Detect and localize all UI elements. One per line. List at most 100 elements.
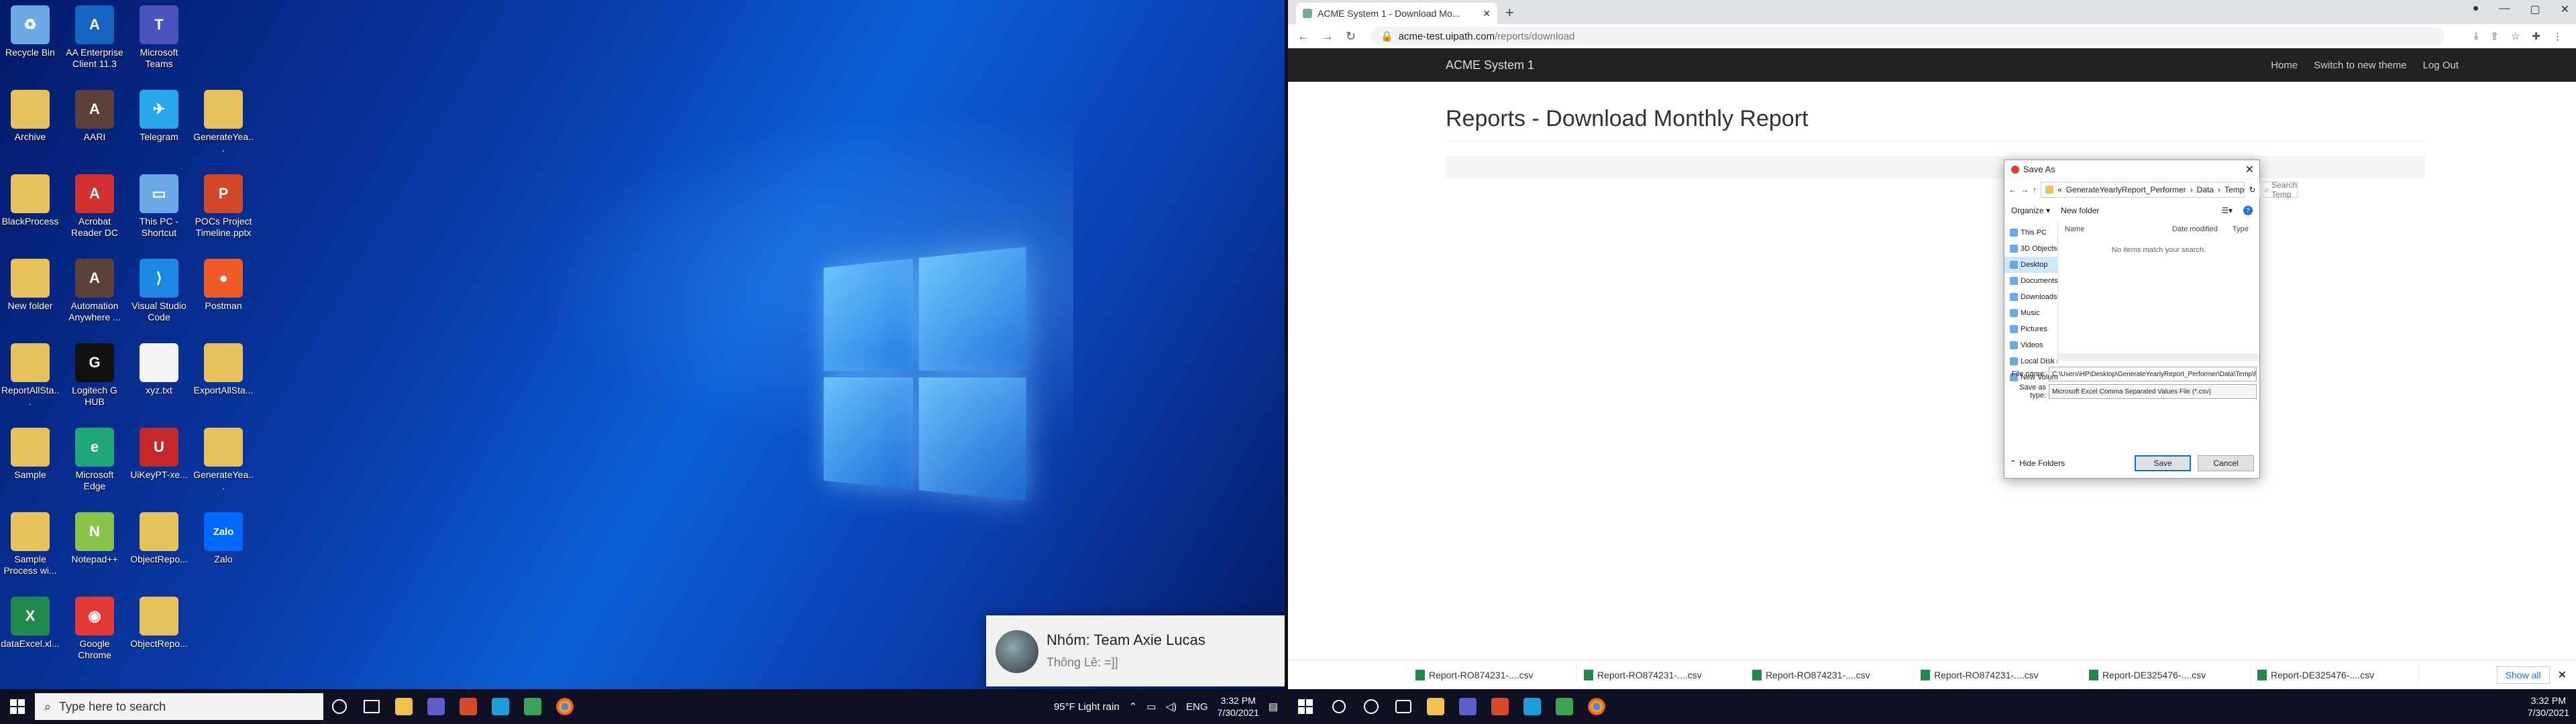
maximize-icon[interactable]: ▢ xyxy=(2530,3,2540,16)
refresh-icon[interactable]: ↻ xyxy=(2249,185,2255,194)
desktop-icon[interactable]: ObjectRepo... xyxy=(129,597,189,650)
chrome-icon[interactable] xyxy=(549,689,581,724)
desktop-icon[interactable]: xyz.txt xyxy=(129,343,189,396)
file-explorer-icon[interactable] xyxy=(1419,689,1452,724)
desktop-icon[interactable]: ExportAllSta... xyxy=(193,343,254,396)
start-button[interactable] xyxy=(1288,689,1323,724)
tree-item[interactable]: Downloads xyxy=(2004,289,2057,305)
search-icon[interactable] xyxy=(1323,689,1355,724)
desktop-icon[interactable]: ObjectRepo... xyxy=(129,512,189,565)
studio-icon[interactable] xyxy=(1516,689,1548,724)
start-button[interactable] xyxy=(0,689,35,724)
site-brand[interactable]: ACME System 1 xyxy=(1446,58,1534,72)
download-item[interactable]: Report-RO874231-....csv xyxy=(1580,665,1746,685)
breadcrumb-item[interactable]: GenerateYearlyReport_Performer xyxy=(2066,185,2186,194)
desktop-icon[interactable]: Sample xyxy=(0,428,60,481)
desktop-icon[interactable]: BlackProcess xyxy=(0,174,60,227)
task-view-icon[interactable] xyxy=(356,689,388,724)
desktop-icon[interactable]: GenerateYea... xyxy=(193,90,254,154)
clock[interactable]: 3:32 PM 7/30/2021 xyxy=(1218,695,1259,719)
up-icon[interactable]: ↑ xyxy=(2033,185,2037,194)
cortana-icon[interactable] xyxy=(1355,689,1387,724)
breadcrumb-item[interactable]: Data xyxy=(2197,185,2214,194)
desktop-icon[interactable]: Archive xyxy=(0,90,60,143)
menu-icon[interactable]: ⋮ xyxy=(2553,30,2563,42)
dialog-search-input[interactable]: ⌕ Search Temp xyxy=(2259,180,2298,199)
language[interactable]: ENG xyxy=(1186,701,1208,713)
desktop-icon[interactable]: ▭ This PC - Shortcut xyxy=(129,174,189,239)
tree-item[interactable]: Videos xyxy=(2004,337,2057,353)
back-icon[interactable]: ← xyxy=(2008,185,2017,194)
column-name[interactable]: Name xyxy=(2065,225,2172,233)
tree-item[interactable]: This PC xyxy=(2004,225,2057,241)
aa-icon[interactable] xyxy=(1484,689,1516,724)
column-type[interactable]: Type xyxy=(2233,225,2249,233)
cortana-icon[interactable] xyxy=(323,689,356,724)
desktop-icon[interactable]: A AARI xyxy=(64,90,125,143)
desktop-icon[interactable]: e Microsoft Edge xyxy=(64,428,125,492)
desktop-icon[interactable]: ⟩ Visual Studio Code xyxy=(129,259,189,323)
extensions-icon[interactable]: ✚ xyxy=(2532,30,2540,42)
desktop-icon[interactable]: A AA Enterprise Client 11.3 xyxy=(64,5,125,70)
download-item[interactable]: Report-RO874231-....csv xyxy=(1411,665,1577,685)
download-item[interactable]: Report-RO874231-....csv xyxy=(1917,665,2082,685)
tree-item[interactable]: 3D Objects xyxy=(2004,241,2057,257)
teams-icon[interactable] xyxy=(420,689,452,724)
desktop-icon[interactable]: New folder xyxy=(0,259,60,312)
download-item[interactable]: Report-DE325476-....csv xyxy=(2085,665,2251,685)
download-item[interactable]: Report-RO874231-....csv xyxy=(1748,665,1914,685)
desktop-icon[interactable]: ✈ Telegram xyxy=(129,90,189,143)
download-icon[interactable]: ⤓ xyxy=(2474,30,2479,42)
chrome-icon[interactable] xyxy=(1580,689,1613,724)
close-shelf-icon[interactable]: ✕ xyxy=(2558,668,2567,682)
nav-logout[interactable]: Log Out xyxy=(2423,60,2459,71)
network-icon[interactable]: ▭ xyxy=(1146,701,1156,713)
task-view-icon[interactable] xyxy=(1387,689,1419,724)
desktop-icon[interactable]: P POCs Project Timeline.pptx xyxy=(193,174,254,239)
view-options-icon[interactable]: ☰▾ xyxy=(2221,206,2233,215)
save-type-select[interactable]: Microsoft Excel Comma Separated Values F… xyxy=(2049,384,2257,399)
desktop-icon[interactable]: ♻ Recycle Bin xyxy=(0,5,60,58)
desktop-icon[interactable]: A Automation Anywhere ... xyxy=(64,259,125,323)
help-icon[interactable]: ? xyxy=(2243,206,2253,215)
aa-icon[interactable] xyxy=(452,689,484,724)
show-all-button[interactable]: Show all xyxy=(2496,666,2550,684)
share-icon[interactable]: ⇪ xyxy=(2490,30,2499,42)
chat-notification[interactable]: Nhóm: Team Axie Lucas Thông Lê: =]] ✕ xyxy=(986,615,1285,686)
close-window-icon[interactable]: ✕ xyxy=(2561,3,2569,16)
notepad-icon[interactable] xyxy=(517,689,549,724)
horizontal-scrollbar[interactable] xyxy=(2058,353,2259,361)
action-center-icon[interactable]: ▤ xyxy=(1269,701,1278,713)
desktop-icon[interactable]: Zalo Zalo xyxy=(193,512,254,565)
profile-icon[interactable]: ● xyxy=(2473,3,2479,16)
clock[interactable]: 3:32 PM 7/30/2021 xyxy=(2528,695,2569,719)
desktop-icon[interactable]: XdataExcel.xl... xyxy=(0,597,60,650)
desktop-icon[interactable]: ReportAllSta... xyxy=(0,343,60,408)
taskbar-search[interactable]: ⌕ Type here to search xyxy=(35,693,323,720)
volume-icon[interactable]: ◁) xyxy=(1165,701,1177,713)
desktop-icon[interactable]: Sample Process wi... xyxy=(0,512,60,577)
forward-icon[interactable]: → xyxy=(2021,185,2029,194)
cancel-button[interactable]: Cancel xyxy=(2198,455,2254,471)
desktop-icon[interactable]: GenerateYea... xyxy=(193,428,254,492)
forward-icon[interactable]: → xyxy=(1322,29,1336,44)
tree-item[interactable]: Music xyxy=(2004,305,2057,321)
address-bar[interactable]: 🔒 acme-test.uipath.com/reports/download xyxy=(1371,27,2445,46)
column-date[interactable]: Date modified xyxy=(2172,225,2233,233)
file-explorer-icon[interactable] xyxy=(388,689,420,724)
desktop-icon[interactable]: T Microsoft Teams xyxy=(129,5,189,70)
tab-close-icon[interactable]: ✕ xyxy=(1483,8,1491,19)
hide-folders-button[interactable]: Hide Folders xyxy=(2019,459,2065,468)
new-tab-icon[interactable]: + xyxy=(1505,4,1514,21)
file-name-input[interactable]: C:\Users\HP\Desktop\GenerateYearlyReport… xyxy=(2049,367,2257,381)
weather[interactable]: 95°F Light rain xyxy=(1054,701,1120,713)
save-button[interactable]: Save xyxy=(2135,455,2191,471)
download-item[interactable]: Report-DE325476-....csv xyxy=(2253,665,2419,685)
organize-button[interactable]: Organize ▾ xyxy=(2011,206,2050,215)
reload-icon[interactable]: ↻ xyxy=(1346,29,1360,44)
minimize-icon[interactable]: — xyxy=(2499,3,2510,16)
teams-icon[interactable] xyxy=(1452,689,1484,724)
tree-item[interactable]: Documents xyxy=(2004,273,2057,289)
desktop-icon[interactable]: ● Postman xyxy=(193,259,254,312)
tray-chevron-icon[interactable]: ⌃ xyxy=(1129,701,1138,713)
